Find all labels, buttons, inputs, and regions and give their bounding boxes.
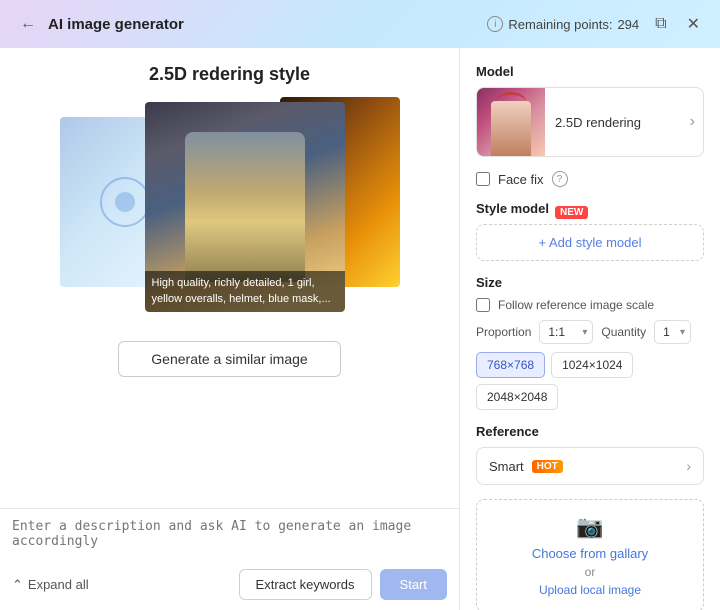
main-figure [185, 132, 305, 282]
prompt-input[interactable] [12, 519, 447, 561]
quantity-select[interactable]: 1 2 4 [654, 320, 691, 344]
left-panel: 2.5D redering style High quality, richly… [0, 48, 460, 610]
style-model-label: Style model [476, 201, 549, 216]
size-section: Size Follow reference image scale Propor… [476, 275, 704, 410]
style-model-row: Style model NEW [476, 201, 704, 224]
follow-ref-label: Follow reference image scale [498, 298, 654, 312]
face-fix-label: Face fix [498, 172, 544, 187]
expand-icon-arrow: ⌃ [12, 577, 23, 593]
main-layout: 2.5D redering style High quality, richly… [0, 48, 720, 610]
choose-from-gallery-link[interactable]: Choose from gallary [532, 546, 648, 561]
info-icon: i [487, 16, 503, 32]
follow-ref-row: Follow reference image scale [476, 298, 704, 312]
remaining-label: Remaining points: [508, 17, 612, 32]
back-button[interactable]: ← [16, 11, 40, 37]
expand-icon[interactable]: ⧉ [651, 11, 670, 37]
quantity-select-wrapper: 1 2 4 [654, 320, 691, 344]
resolution-768-button[interactable]: 768×768 [476, 352, 545, 378]
remaining-points: i Remaining points: 294 [487, 16, 639, 32]
new-badge: NEW [555, 206, 588, 219]
preview-title: 2.5D redering style [149, 64, 310, 85]
app-title: AI image generator [48, 16, 184, 33]
collage-image-main: High quality, richly detailed, 1 girl, y… [145, 102, 345, 312]
upload-area: 📷 Choose from gallary or Upload local im… [476, 499, 704, 610]
main-image-inner: High quality, richly detailed, 1 girl, y… [145, 102, 345, 312]
follow-ref-checkbox[interactable] [476, 298, 490, 312]
upload-image-icon: 📷 [576, 514, 603, 540]
proportion-select-wrapper: 1:1 4:3 16:9 9:16 [539, 320, 593, 344]
top-bar-left: ← AI image generator [16, 11, 184, 37]
smart-inner: Smart HOT [489, 459, 563, 474]
reference-section: Reference Smart HOT › [476, 424, 704, 485]
upload-local-link[interactable]: Upload local image [539, 583, 641, 597]
smart-label: Smart [489, 459, 524, 474]
style-model-section: Style model NEW + Add style model [476, 201, 704, 261]
upload-or-text: or [585, 565, 596, 579]
proportion-label: Proportion [476, 325, 531, 339]
preview-area: 2.5D redering style High quality, richly… [0, 48, 459, 508]
top-bar: ← AI image generator i Remaining points:… [0, 0, 720, 48]
resolution-2048-button[interactable]: 2048×2048 [476, 384, 558, 410]
generate-similar-button[interactable]: Generate a similar image [118, 341, 340, 377]
add-style-model-button[interactable]: + Add style model [476, 224, 704, 261]
quantity-label: Quantity [601, 325, 646, 339]
face-fix-help-icon[interactable]: ? [552, 171, 568, 187]
smart-arrow-icon: › [686, 458, 691, 474]
model-section-label: Model [476, 64, 704, 79]
model-figure-deco [491, 101, 531, 156]
reference-label: Reference [476, 424, 704, 439]
model-card[interactable]: 2.5D rendering › [476, 87, 704, 157]
resolution-1024-button[interactable]: 1024×1024 [551, 352, 633, 378]
top-bar-right: i Remaining points: 294 ⧉ ✕ [487, 10, 704, 38]
model-arrow-icon: › [690, 113, 703, 131]
proportion-row: Proportion 1:1 4:3 16:9 9:16 Quantity 1 … [476, 320, 704, 344]
prompt-right-buttons: Extract keywords Start [239, 569, 447, 600]
resolution-row: 768×768 1024×1024 2048×2048 [476, 352, 704, 410]
remaining-value: 294 [617, 17, 639, 32]
face-fix-row: Face fix ? [476, 171, 704, 187]
model-section: Model 2.5D rendering › [476, 64, 704, 157]
size-label: Size [476, 275, 704, 290]
smart-row[interactable]: Smart HOT › [476, 447, 704, 485]
deco-circle [100, 177, 150, 227]
prompt-actions: ⌃ Expand all Extract keywords Start [12, 569, 447, 600]
close-icon[interactable]: ✕ [683, 10, 704, 38]
extract-keywords-button[interactable]: Extract keywords [239, 569, 372, 600]
expand-all-button[interactable]: ⌃ Expand all [12, 577, 89, 593]
expand-all-label: Expand all [28, 577, 89, 592]
proportion-select[interactable]: 1:1 4:3 16:9 9:16 [539, 320, 593, 344]
image-collage: High quality, richly detailed, 1 girl, y… [60, 97, 400, 327]
start-button[interactable]: Start [380, 569, 447, 600]
model-thumbnail [477, 88, 545, 156]
face-fix-checkbox[interactable] [476, 172, 490, 186]
right-panel: Model 2.5D rendering › Face fix ? Style … [460, 48, 720, 610]
prompt-area: ⌃ Expand all Extract keywords Start [0, 508, 459, 610]
model-name: 2.5D rendering [545, 115, 690, 130]
hot-badge: HOT [532, 460, 563, 473]
image-caption: High quality, richly detailed, 1 girl, y… [145, 271, 345, 312]
